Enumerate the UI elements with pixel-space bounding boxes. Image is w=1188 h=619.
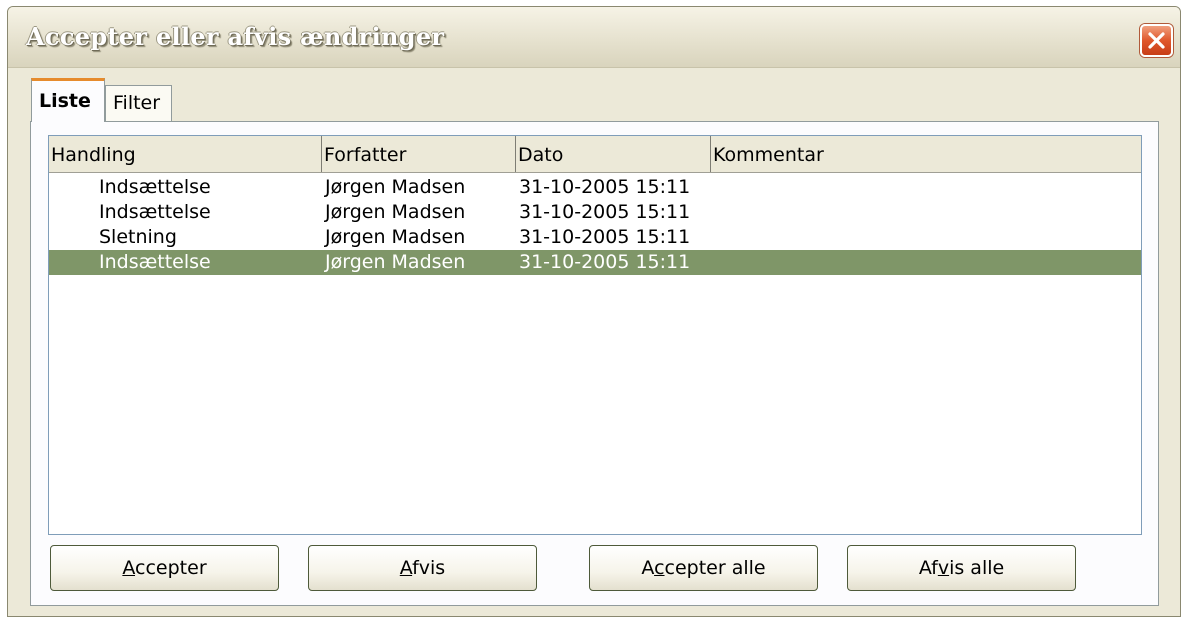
reject-label-post: fvis xyxy=(412,557,446,579)
accept-mnemonic: A xyxy=(122,557,136,579)
column-header-handling[interactable]: Handling xyxy=(49,136,322,172)
dialog-window: Accepter eller afvis ændringer Liste Fil… xyxy=(7,6,1181,617)
column-header-dato[interactable]: Dato xyxy=(516,136,711,172)
cell-forfatter: Jørgen Madsen xyxy=(325,251,466,273)
tab-filter[interactable]: Filter xyxy=(105,85,172,121)
accept-all-button[interactable]: Accepter alle xyxy=(589,545,818,591)
cell-dato: 31-10-2005 15:11 xyxy=(519,226,691,248)
tab-panel-liste: Handling Forfatter Dato Kommentar Indsæt… xyxy=(30,121,1159,606)
list-row[interactable]: Indsættelse Jørgen Madsen 31-10-2005 15:… xyxy=(49,200,1141,225)
reject-button[interactable]: Afvis xyxy=(308,545,537,591)
close-x-icon xyxy=(1148,32,1165,49)
reject-all-mnemonic: v xyxy=(937,557,950,579)
cell-handling: Indsættelse xyxy=(99,176,211,198)
cell-forfatter: Jørgen Madsen xyxy=(325,226,466,248)
list-row[interactable]: Indsættelse Jørgen Madsen 31-10-2005 15:… xyxy=(49,175,1141,200)
accept-label-post: ccepter xyxy=(135,557,207,579)
dialog-title: Accepter eller afvis ændringer xyxy=(26,22,445,51)
cell-handling: Indsættelse xyxy=(99,251,211,273)
cell-handling: Sletning xyxy=(99,226,177,248)
cell-dato: 31-10-2005 15:11 xyxy=(519,251,691,273)
list-header: Handling Forfatter Dato Kommentar xyxy=(49,136,1141,173)
accept-button[interactable]: Accepter xyxy=(50,545,279,591)
accept-all-mnemonic: c xyxy=(654,557,665,579)
column-header-forfatter[interactable]: Forfatter xyxy=(322,136,516,172)
changes-list[interactable]: Handling Forfatter Dato Kommentar Indsæt… xyxy=(48,135,1142,535)
reject-mnemonic: A xyxy=(399,557,413,579)
accept-all-label-pre: A xyxy=(641,557,655,579)
list-row[interactable]: Sletning Jørgen Madsen 31-10-2005 15:11 xyxy=(49,225,1141,250)
cell-forfatter: Jørgen Madsen xyxy=(325,176,466,198)
cell-dato: 31-10-2005 15:11 xyxy=(519,176,691,198)
reject-all-label-post: is alle xyxy=(949,557,1005,579)
column-header-kommentar[interactable]: Kommentar xyxy=(711,136,1141,172)
cell-forfatter: Jørgen Madsen xyxy=(325,201,466,223)
tab-liste[interactable]: Liste xyxy=(31,78,105,122)
reject-all-button[interactable]: Afvis alle xyxy=(847,545,1076,591)
accept-all-label-post: cepter alle xyxy=(664,557,766,579)
list-row-selected[interactable]: Indsættelse Jørgen Madsen 31-10-2005 15:… xyxy=(49,250,1141,275)
title-bar[interactable]: Accepter eller afvis ændringer xyxy=(8,7,1180,68)
close-button[interactable] xyxy=(1140,24,1173,57)
reject-all-label-pre: Af xyxy=(918,557,938,579)
cell-handling: Indsættelse xyxy=(99,201,211,223)
cell-dato: 31-10-2005 15:11 xyxy=(519,201,691,223)
